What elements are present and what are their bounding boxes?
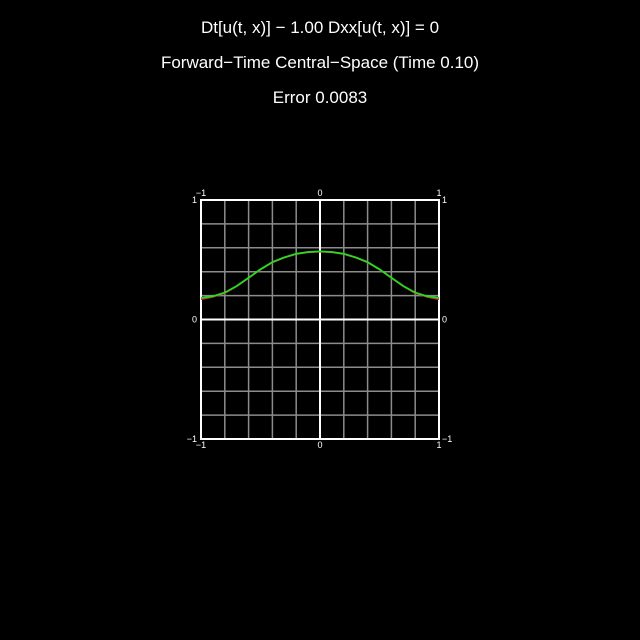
x-tick-label-top: 1 xyxy=(436,188,441,198)
x-tick-label-top: 0 xyxy=(317,188,322,198)
axes xyxy=(200,199,440,440)
y-tick-label-left: 0 xyxy=(192,315,197,325)
x-tick-label-bottom: 0 xyxy=(317,440,322,450)
y-tick-label-right: 1 xyxy=(442,195,447,205)
x-tick-label-bottom: −1 xyxy=(196,440,206,450)
y-tick-label-right: −1 xyxy=(442,434,452,444)
x-tick-label-bottom: 1 xyxy=(436,440,441,450)
x-tick-label-top: −1 xyxy=(196,188,206,198)
heat-equation-plot: −1−1001110−110−1 xyxy=(187,188,453,450)
y-tick-label-left: 1 xyxy=(192,195,197,205)
y-tick-label-left: −1 xyxy=(187,434,197,444)
y-tick-label-right: 0 xyxy=(442,315,447,325)
